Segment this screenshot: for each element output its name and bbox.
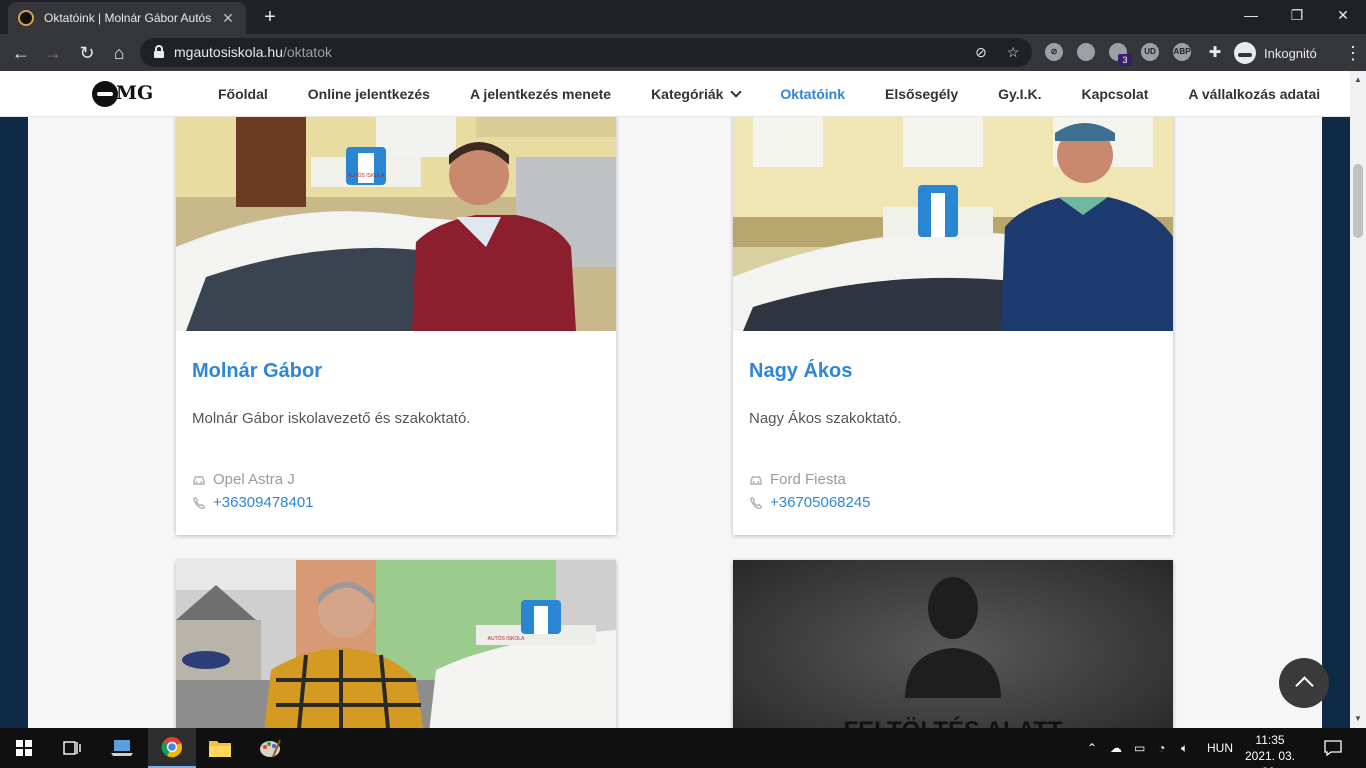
incognito-label: Inkognitó: [1264, 45, 1317, 61]
onedrive-icon[interactable]: ☁: [1110, 728, 1122, 768]
main-nav: Főoldal Online jelentkezés A jelentkezés…: [218, 71, 1350, 117]
nav-item-jelentkezes-menete[interactable]: A jelentkezés menete: [470, 86, 611, 102]
clock-time: 11:35: [1255, 733, 1285, 747]
chevron-down-icon: [730, 86, 743, 98]
nav-item-elsosegely[interactable]: Elsősegély: [885, 86, 958, 102]
file-explorer-icon[interactable]: [196, 728, 244, 768]
instructor-car-label: Opel Astra J: [213, 471, 295, 488]
roof-sign-text: AUTÓS ISKOLA: [348, 172, 385, 179]
page-viewport: MG Főoldal Online jelentkezés A jelentke…: [0, 71, 1350, 728]
forward-icon[interactable]: →: [40, 40, 66, 66]
tray-overflow-icon[interactable]: ⌃: [1087, 728, 1097, 768]
nav-item-kategoriak-label: Kategóriák: [651, 86, 724, 102]
phone-icon: [192, 496, 206, 509]
url-text: mgautosiskola.hu/oktatok: [174, 44, 332, 60]
notification-icon[interactable]: [1324, 728, 1342, 768]
lock-icon: [154, 45, 164, 58]
extension-badge: 3: [1118, 54, 1132, 66]
site-logo[interactable]: MG: [92, 81, 153, 107]
windows-taskbar: ⌃ ☁ ▭ ◔ 🔈︎ HUN 11:35 2021. 03. 29.: [0, 728, 1366, 768]
nav-item-vallalkozas-adatai[interactable]: A vállalkozás adatai: [1188, 86, 1320, 102]
battery-icon[interactable]: ▭: [1134, 728, 1145, 768]
incognito-icon: [1234, 42, 1256, 64]
instructor-card: AUTÓS ISKOLA: [176, 560, 616, 728]
instructor-description: Nagy Ákos szakoktató.: [749, 410, 902, 427]
chrome-taskbar-icon[interactable]: [148, 728, 196, 768]
site-favicon-icon: [18, 10, 34, 26]
car-icon: [193, 475, 205, 485]
instructor-photo: AUTÓS ISKOLA: [176, 560, 616, 728]
tab-title: Oktatóink | Molnár Gábor Autós Iskola: [44, 11, 212, 25]
instructor-car: Opel Astra J: [192, 471, 600, 488]
nav-item-gyik[interactable]: Gy.I.K.: [998, 86, 1041, 102]
reload-icon[interactable]: ↻: [74, 40, 100, 66]
minimize-icon[interactable]: —: [1228, 0, 1274, 30]
car-icon: [750, 475, 762, 485]
phone-icon: [749, 496, 763, 509]
placeholder-text: FELTÖLTÉS ALATT: [843, 716, 1062, 728]
scroll-down-icon[interactable]: ▼: [1353, 714, 1363, 724]
restore-icon[interactable]: ❐: [1274, 0, 1320, 30]
volume-icon[interactable]: 🔈︎: [1181, 728, 1188, 768]
instructor-card: FELTÖLTÉS ALATT: [733, 560, 1173, 728]
star-icon[interactable]: ☆: [1004, 43, 1022, 61]
instructor-card-body: Molnár Gábor Molnár Gábor iskolavezető é…: [176, 331, 616, 511]
instructor-phone-number[interactable]: +36705068245: [770, 494, 871, 511]
site-header: MG Főoldal Online jelentkezés A jelentke…: [0, 71, 1350, 117]
extension-abp-icon[interactable]: ABP: [1173, 43, 1191, 61]
start-button[interactable]: [0, 728, 48, 768]
instructor-car: Ford Fiesta: [749, 471, 1157, 488]
instructors-page: AUTÓS ISKOLA Molnár Gábor Molnár Gábor i…: [28, 71, 1322, 728]
instructor-phone[interactable]: +36309478401: [192, 494, 600, 511]
language-indicator[interactable]: HUN: [1207, 728, 1233, 768]
instructor-card: Nagy Ákos Nagy Ákos szakoktató. Ford Fie…: [733, 71, 1173, 535]
url-path: /oktatok: [282, 44, 332, 60]
instructor-card: AUTÓS ISKOLA Molnár Gábor Molnár Gábor i…: [176, 71, 616, 535]
task-view-icon[interactable]: [48, 728, 96, 768]
nav-item-online-jelentkezes[interactable]: Online jelentkezés: [308, 86, 430, 102]
url-domain: mgautosiskola.hu: [174, 44, 283, 60]
nav-item-kapcsolat[interactable]: Kapcsolat: [1081, 86, 1148, 102]
placeholder-photo: FELTÖLTÉS ALATT: [733, 560, 1173, 728]
instructor-name: Nagy Ákos: [749, 360, 853, 382]
incognito-indicator[interactable]: Inkognitó: [1234, 40, 1317, 66]
windows-logo-icon: [16, 740, 32, 756]
extension-face-icon[interactable]: [1077, 43, 1095, 61]
roof-sign-text: AUTÓS ISKOLA: [488, 635, 525, 642]
browser-toolbar: ← → ↻ ⌂ mgautosiskola.hu/oktatok ⊘ ☆ ⊘ 3…: [0, 34, 1366, 71]
wifi-icon[interactable]: ◔: [1158, 728, 1165, 768]
logo-text: MG: [116, 82, 154, 104]
clock-date: 2021. 03. 29.: [1244, 749, 1296, 768]
browser-menu-icon[interactable]: ⋮: [1344, 40, 1362, 66]
browser-tabstrip: Oktatóink | Molnár Gábor Autós Iskola ✕ …: [0, 0, 1366, 34]
nav-item-kategoriak[interactable]: Kategóriák: [651, 86, 743, 102]
nav-item-oktatoink[interactable]: Oktatóink: [780, 86, 845, 102]
extension-block-icon[interactable]: ⊘: [1045, 43, 1063, 61]
page-scrollbar[interactable]: ▲ ▼: [1350, 71, 1366, 728]
instructor-car-label: Ford Fiesta: [770, 471, 846, 488]
scroll-thumb[interactable]: [1353, 164, 1363, 238]
browser-tab[interactable]: Oktatóink | Molnár Gábor Autós Iskola ✕: [8, 2, 246, 34]
instructor-card-body: Nagy Ákos Nagy Ákos szakoktató. Ford Fie…: [733, 331, 1173, 511]
extension-ud-icon[interactable]: UD: [1141, 43, 1159, 61]
paint-app-icon[interactable]: [246, 728, 294, 768]
scroll-up-icon[interactable]: ▲: [1353, 75, 1363, 85]
instructor-phone[interactable]: +36705068245: [749, 494, 1157, 511]
address-bar[interactable]: mgautosiskola.hu/oktatok ⊘ ☆: [140, 38, 1032, 67]
close-tab-icon[interactable]: ✕: [220, 10, 236, 27]
taskbar-clock[interactable]: 11:35 2021. 03. 29.: [1240, 732, 1300, 768]
scroll-to-top-button[interactable]: [1279, 658, 1329, 708]
instructor-phone-number[interactable]: +36309478401: [213, 494, 314, 511]
car-logo-icon: [92, 81, 118, 107]
instructor-description: Molnár Gábor iskolavezető és szakoktató.: [192, 410, 471, 427]
laptop-app-icon[interactable]: [98, 728, 146, 768]
home-icon[interactable]: ⌂: [106, 40, 132, 66]
close-window-icon[interactable]: ✕: [1320, 0, 1366, 30]
back-icon[interactable]: ←: [8, 40, 34, 66]
instructor-name: Molnár Gábor: [192, 360, 323, 382]
nav-item-fooldal[interactable]: Főoldal: [218, 86, 268, 102]
eye-off-icon[interactable]: ⊘: [972, 43, 990, 61]
extensions-menu-icon[interactable]: ✚: [1202, 40, 1228, 66]
new-tab-button[interactable]: +: [258, 6, 282, 30]
